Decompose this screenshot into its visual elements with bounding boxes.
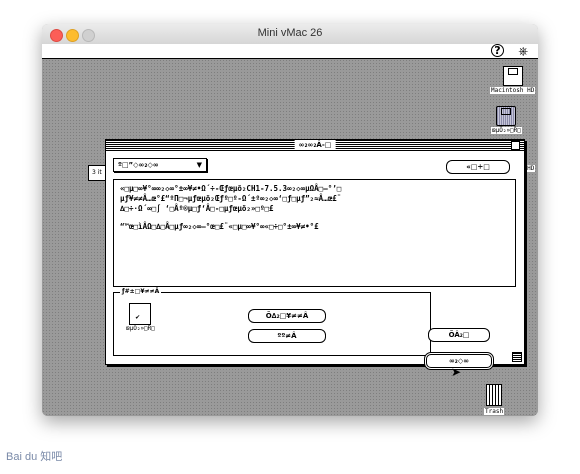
message-line: «□µ□∞¥°∞∞₂◇∞°±∞¥≠•Ω´÷-Œƒœµõ₂CH1-7.5.3∞₂◇… — [120, 184, 342, 193]
destination-disk-label: œµÕ₂»□Ř□ — [126, 325, 155, 332]
trash-label: Trash — [484, 408, 505, 415]
eject-button[interactable]: «□÷□ — [446, 160, 510, 174]
triangle-down-icon: ▼ — [196, 161, 202, 169]
size-box-icon[interactable] — [512, 352, 522, 362]
quit-button[interactable]: ÕÂ₂□ — [428, 328, 490, 342]
trash-icon — [486, 384, 503, 406]
installer-dialog: ∞₂∞₂Â-□ º□”◇∞₂◇∞ ▼ «□÷□ «□µ□∞¥°∞∞₂◇∞°±∞¥… — [105, 139, 525, 379]
message-line: ∆□÷·Ω´∞□∫ ‘□Âº®µ□ƒ‘Â□-□µƒœµõ₂»□º□£ — [120, 204, 274, 213]
disk-label: œµÕ₂»□Ř□ — [491, 127, 522, 134]
customize-button[interactable]: ºº≠Â — [248, 329, 326, 343]
mac-desktop: ? ⎈ Macintosh HD œµÕ₂»□Ř□ Macintosh HD T… — [42, 44, 538, 416]
destination-disk-panel: ƒ#±□¥≠≠Â œµÕ₂»□Ř□ Õ∆₂□¥≠≠Â ºº≠Â — [113, 288, 431, 356]
floppy-disk-icon — [496, 106, 517, 126]
message-box: «□µ□∞¥°∞∞₂◇∞°±∞¥≠•Ω´÷-Œƒœµõ₂CH1-7.5.3∞₂◇… — [113, 179, 516, 287]
help-icon[interactable]: ? — [491, 44, 504, 57]
window-title: Mini vMac 26 — [257, 27, 323, 39]
destination-disk[interactable]: œµÕ₂»□Ř□ — [126, 303, 155, 332]
desktop-disk-macintosh-hd[interactable]: Macintosh HD — [490, 66, 536, 94]
dialog-titlebar[interactable]: ∞₂∞₂Â-□ — [106, 140, 524, 151]
menu-bar: ? ⎈ — [42, 44, 538, 59]
desktop-floppy-disk[interactable]: œµÕ₂»□Ř□ — [491, 106, 522, 134]
desktop-trash[interactable]: Trash — [484, 384, 505, 415]
panel-label: ƒ#±□¥≠≠Â — [120, 288, 162, 295]
message-line: “™œ□ìÂΩ□∆□Â□µƒ∞₂◇∞—°œ□£¨«□µ□∞¥°∞«□÷□°±∞¥… — [120, 222, 319, 231]
application-menu-icon[interactable]: ⎈ — [518, 44, 528, 59]
baidu-watermark: Bai du 知吧 — [6, 451, 63, 463]
disk-popup-menu[interactable]: º□”◇∞₂◇∞ ▼ — [113, 158, 207, 172]
host-titlebar[interactable]: Mini vMac 26 — [42, 24, 538, 45]
mouse-pointer-icon: ➤ — [451, 365, 462, 379]
popup-value: º□”◇∞₂◇∞ — [118, 161, 159, 169]
message-text: «□µ□∞¥°∞∞₂◇∞°±∞¥≠•Ω´÷-Œƒœµõ₂CH1-7.5.3∞₂◇… — [120, 184, 506, 232]
switch-disk-button[interactable]: Õ∆₂□¥≠≠Â — [248, 309, 326, 323]
disk-icon — [129, 303, 152, 325]
hard-disk-icon — [502, 66, 523, 86]
zoom-box-icon[interactable] — [511, 141, 520, 150]
dialog-title: ∞₂∞₂Â-□ — [294, 140, 336, 150]
message-line: µƒ¥≠≠Â…œ°£“ºΠ□¬µƒœµõ₂Œƒº□º-Ω´±º∞₂◇∞‘□ƒ□µ… — [120, 194, 342, 203]
host-window: Mini vMac 26 ? ⎈ Macintosh HD œµÕ₂»□Ř□ M… — [42, 24, 538, 416]
disk-label: Macintosh HD — [490, 87, 536, 94]
